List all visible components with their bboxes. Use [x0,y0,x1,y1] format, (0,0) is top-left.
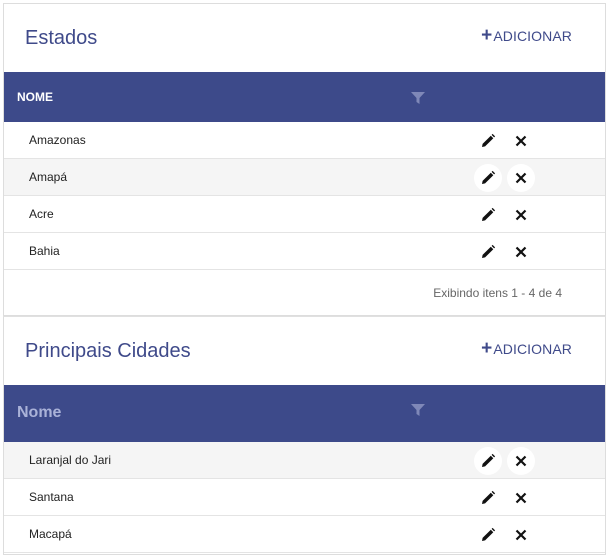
filter-icon[interactable] [411,92,425,104]
table-row: Amapá [4,159,605,196]
close-icon [515,135,527,147]
states-header: Estados + ADICIONAR [4,4,605,72]
states-grid-footer: Exibindo itens 1 - 4 de 4 [4,270,605,314]
plus-icon: + [481,338,493,359]
edit-button[interactable] [474,201,502,229]
state-name: Amapá [29,170,68,184]
close-icon [515,529,527,541]
pencil-icon [482,490,496,504]
delete-button[interactable] [507,447,535,475]
delete-button[interactable] [507,164,535,192]
pencil-icon [482,133,496,147]
filter-icon[interactable] [411,404,425,416]
city-name: Laranjal do Jari [29,453,112,467]
edit-button[interactable] [474,127,502,155]
pager-info: Exibindo itens 1 - 4 de 4 [433,286,562,300]
delete-button[interactable] [507,238,535,266]
add-state-button[interactable]: + ADICIONAR [481,25,572,46]
add-city-button[interactable]: + ADICIONAR [481,338,572,359]
table-row: Acre [4,196,605,233]
state-name: Acre [29,207,54,221]
cities-header: Principais Cidades + ADICIONAR [4,317,605,385]
state-name: Amazonas [29,133,86,147]
edit-button[interactable] [474,238,502,266]
states-column-name[interactable]: NOME [17,90,53,104]
city-name: Santana [29,490,74,504]
add-city-label: ADICIONAR [493,341,572,357]
pencil-icon [482,453,496,467]
close-icon [515,246,527,258]
close-icon [515,172,527,184]
city-name: Macapá [29,527,72,541]
table-row: Santana [4,479,605,516]
table-row: Bahia [4,233,605,270]
delete-button[interactable] [507,484,535,512]
close-icon [515,209,527,221]
cities-grid-header: Nome [4,385,605,442]
delete-button[interactable] [507,521,535,549]
states-title: Estados [25,27,98,49]
close-icon [515,492,527,504]
pencil-icon [482,170,496,184]
edit-button[interactable] [474,521,502,549]
cities-column-name[interactable]: Nome [17,404,61,422]
state-name: Bahia [29,244,60,258]
plus-icon: + [481,25,493,46]
add-state-label: ADICIONAR [493,28,572,44]
states-grid-header: NOME [4,72,605,122]
table-row: Macapá [4,516,605,553]
delete-button[interactable] [507,201,535,229]
table-row: Amazonas [4,122,605,159]
edit-button[interactable] [474,447,502,475]
delete-button[interactable] [507,127,535,155]
pencil-icon [482,244,496,258]
cities-panel: Principais Cidades + ADICIONAR Nome Lara… [3,316,606,555]
table-row: Laranjal do Jari [4,442,605,479]
edit-button[interactable] [474,164,502,192]
edit-button[interactable] [474,484,502,512]
pencil-icon [482,207,496,221]
states-panel: Estados + ADICIONAR NOME Amazonas Amapá … [3,3,606,316]
close-icon [515,455,527,467]
cities-title: Principais Cidades [25,340,191,362]
pencil-icon [482,527,496,541]
